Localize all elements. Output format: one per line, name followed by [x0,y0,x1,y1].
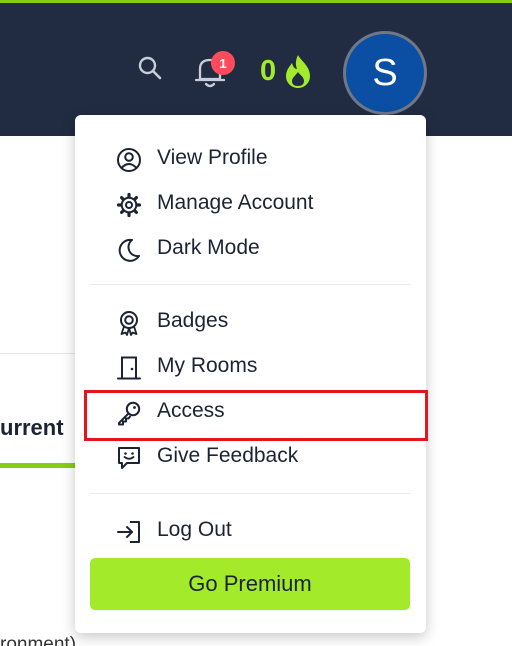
menu-item-access[interactable]: Access [75,392,426,432]
menu-item-label: Log Out [157,518,232,541]
menu-divider [90,493,411,494]
go-premium-button[interactable]: Go Premium [90,558,410,610]
tab-current[interactable]: urrent [0,415,64,447]
background-text: ronment) and experience an [0,634,80,646]
badge-icon [120,311,138,336]
gear-icon [116,192,142,218]
menu-item-give-feedback[interactable]: Give Feedback [75,437,426,477]
menu-item-label: Dark Mode [157,236,260,259]
menu-item-my-rooms[interactable]: My Rooms [75,347,426,387]
logout-icon [117,521,140,543]
avatar-initial: S [372,51,398,94]
menu-divider [90,284,411,285]
feedback-icon [118,447,140,469]
flame-icon [286,55,311,88]
tab-current-label: urrent [0,415,64,440]
menu-item-label: Badges [157,309,229,332]
notification-badge: 1 [211,51,235,75]
menu-item-view-profile[interactable]: View Profile [75,139,426,179]
door-icon [117,356,141,380]
menu-item-label: Manage Account [157,191,314,214]
menu-item-label: My Rooms [157,354,258,377]
key-icon [118,401,141,426]
moon-icon [118,238,140,262]
menu-item-badges[interactable]: Badges [75,302,426,342]
menu-item-dark-mode[interactable]: Dark Mode [75,229,426,269]
search-icon[interactable] [137,55,163,81]
menu-item-label: Give Feedback [157,444,299,467]
menu-item-manage-account[interactable]: Manage Account [75,184,426,224]
go-premium-label: Go Premium [188,571,312,596]
streak-counter[interactable]: 0 [260,52,315,90]
tab-active-underline [0,463,75,468]
streak-count: 0 [260,54,277,87]
menu-item-label: Access [157,399,225,422]
menu-item-label: View Profile [157,146,268,169]
menu-item-log-out[interactable]: Log Out [75,511,426,551]
user-dropdown-menu: View Profile Manage Account Dark Mode Ba… [75,115,426,633]
avatar[interactable]: S [343,31,427,115]
user-circle-icon [117,148,141,172]
